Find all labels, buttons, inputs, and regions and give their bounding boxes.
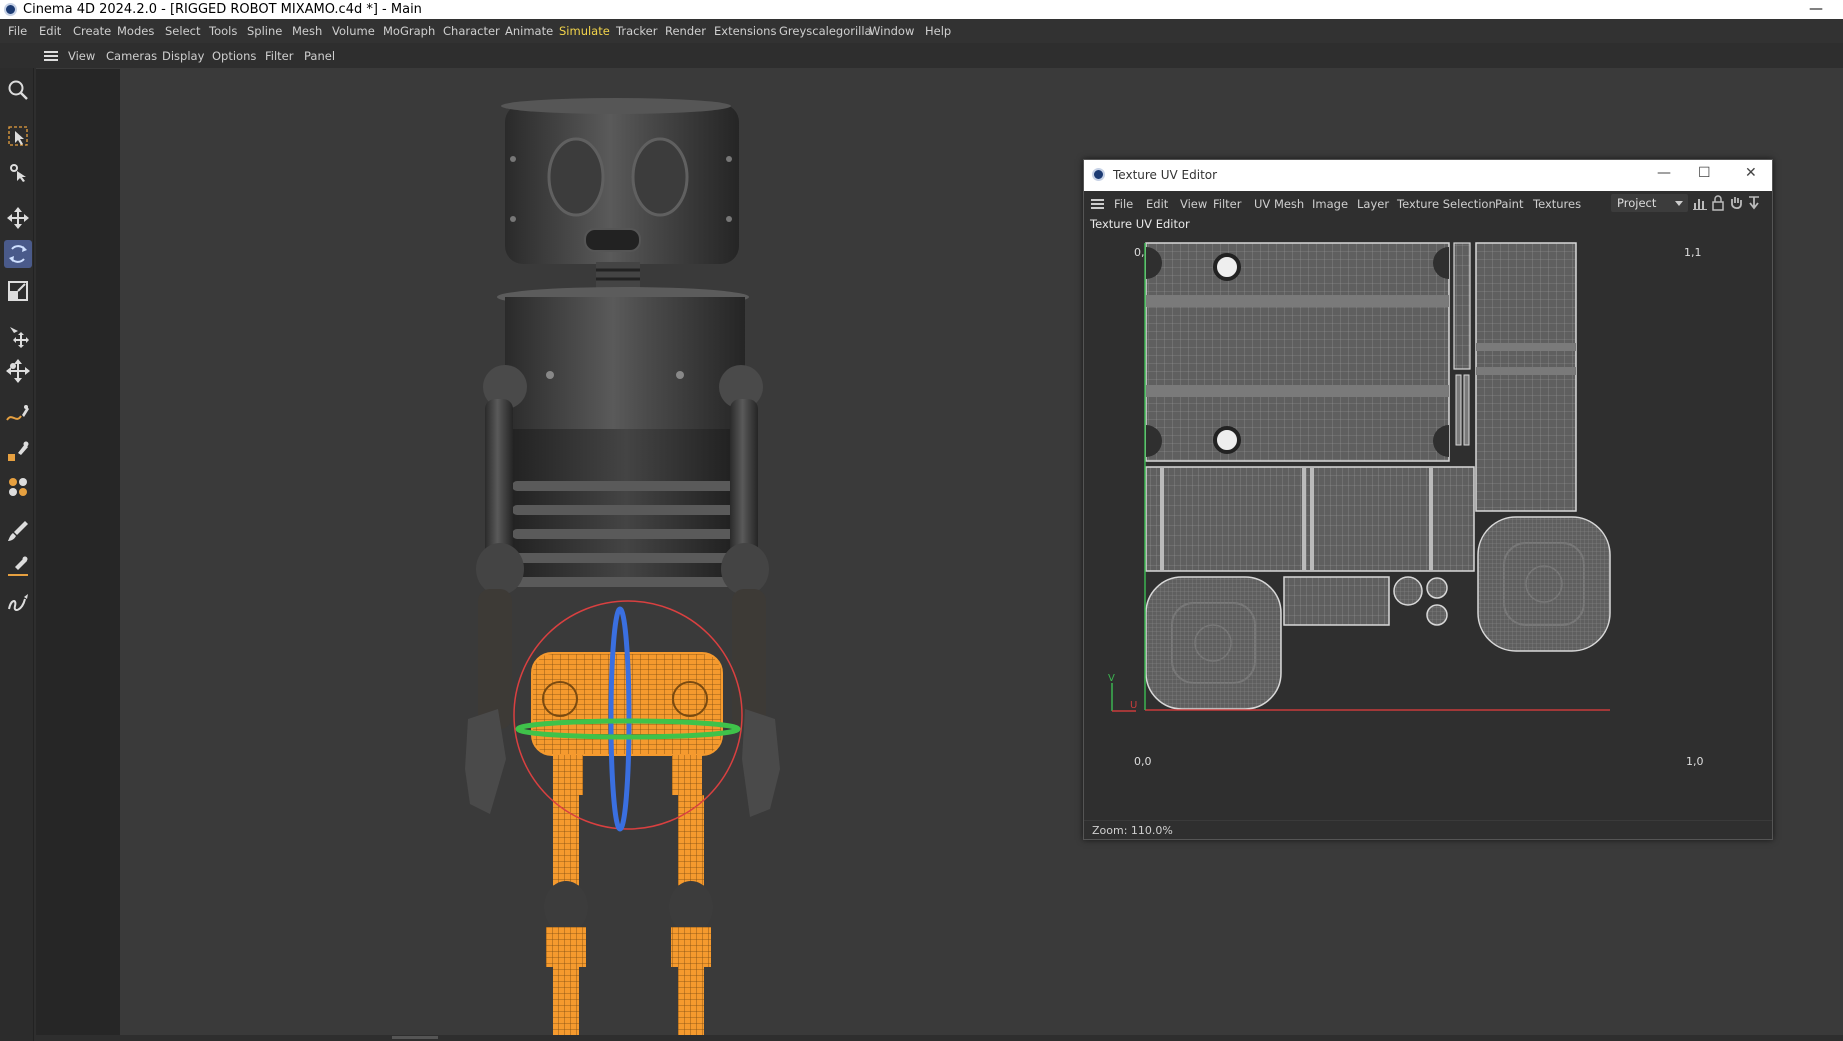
viewport-menu-options[interactable]: Options <box>212 49 256 63</box>
robot-legs <box>544 795 713 1035</box>
menu-extensions[interactable]: Extensions <box>714 24 776 38</box>
v-axis-label: V <box>1108 673 1115 684</box>
uv-menu-image[interactable]: Image <box>1312 197 1348 211</box>
uv-island-torso <box>1145 466 1475 572</box>
uv-menu-texture-selection[interactable]: Texture Selection <box>1397 197 1496 211</box>
sketch-icon[interactable] <box>4 589 32 617</box>
viewport-menu-view[interactable]: View <box>68 49 95 63</box>
uv-island-head <box>1145 242 1450 462</box>
window-title: Cinema 4D 2024.2.0 - [RIGGED ROBOT MIXAM… <box>23 2 422 17</box>
uv-editor-logo-icon <box>1092 168 1105 181</box>
menu-simulate[interactable]: Simulate <box>559 24 610 38</box>
live-selection-icon[interactable] <box>4 158 32 186</box>
viewport-menu-panel[interactable]: Panel <box>304 49 335 63</box>
scale-icon[interactable] <box>4 277 32 305</box>
uv-hamburger-icon[interactable] <box>1091 199 1104 209</box>
texture-uv-editor-window: Texture UV Editor — ☐ ✕ File Edit View F… <box>1083 159 1773 840</box>
viewport-menu-filter[interactable]: Filter <box>265 49 293 63</box>
uv-island-torso-back <box>1475 242 1577 512</box>
uv-canvas[interactable]: 0,1 1,1 0,0 1,0 V U <box>1084 235 1772 805</box>
uv-island-round-left <box>1145 576 1282 710</box>
menu-render[interactable]: Render <box>665 24 706 38</box>
uv-menu-edit[interactable]: Edit <box>1146 197 1168 211</box>
uv-panel-title: Texture UV Editor <box>1090 217 1190 231</box>
menu-help[interactable]: Help <box>925 24 951 38</box>
spline-pen-icon[interactable] <box>4 401 32 429</box>
uv-island-small-circles <box>1393 576 1448 626</box>
uv-menu-filter[interactable]: Filter <box>1213 197 1241 211</box>
brush-icon[interactable] <box>4 517 32 545</box>
uv-axis-gizmo: V U <box>1108 673 1137 712</box>
select-arrow-icon[interactable] <box>4 122 32 150</box>
menu-file[interactable]: File <box>8 24 27 38</box>
menu-create[interactable]: Create <box>73 24 111 38</box>
search-icon[interactable] <box>4 76 32 104</box>
transfer-icon[interactable] <box>4 321 32 349</box>
chevron-down-icon <box>1675 201 1683 206</box>
menu-tools[interactable]: Tools <box>209 24 237 38</box>
uv-label-top-right: 1,1 <box>1684 246 1702 259</box>
uv-menu-textures[interactable]: Textures <box>1533 197 1581 211</box>
viewport-menu-cameras[interactable]: Cameras <box>106 49 157 63</box>
tool-palette <box>0 68 34 1041</box>
viewport-menubar: View Cameras Display Options Filter Pane… <box>36 44 1843 68</box>
robot-neck <box>596 262 640 290</box>
u-axis-label: U <box>1130 700 1137 711</box>
menu-animate[interactable]: Animate <box>505 24 553 38</box>
menu-select[interactable]: Select <box>165 24 200 38</box>
menu-mograph[interactable]: MoGraph <box>383 24 435 38</box>
menu-mesh[interactable]: Mesh <box>292 24 322 38</box>
menu-edit[interactable]: Edit <box>39 24 61 38</box>
uv-menu-paint[interactable]: Paint <box>1495 197 1523 211</box>
robot-head <box>501 98 739 264</box>
uv-label-bottom-left: 0,0 <box>1134 755 1152 768</box>
cinema4d-app: Cinema 4D 2024.2.0 - [RIGGED ROBOT MIXAM… <box>0 0 1843 1041</box>
minimize-button[interactable]: — <box>1809 0 1823 19</box>
uv-menu-view[interactable]: View <box>1180 197 1207 211</box>
window-titlebar: Cinema 4D 2024.2.0 - [RIGGED ROBOT MIXAM… <box>0 0 1843 19</box>
uv-maximize-button[interactable]: ☐ <box>1698 165 1711 181</box>
menu-window[interactable]: Window <box>869 24 914 38</box>
hand-pan-icon[interactable] <box>1728 195 1744 211</box>
menu-modes[interactable]: Modes <box>117 24 154 38</box>
uv-editor-menubar: File Edit View Filter UV Mesh Image Laye… <box>1084 191 1772 216</box>
cinema4d-logo-icon <box>4 3 17 16</box>
uv-island-strips <box>1453 242 1471 446</box>
uv-menu-layer[interactable]: Layer <box>1357 197 1389 211</box>
arrow-down-icon[interactable] <box>1746 195 1762 211</box>
uv-island-round-right <box>1477 516 1611 652</box>
menu-character[interactable]: Character <box>443 24 500 38</box>
placement-icon[interactable] <box>4 357 32 385</box>
polygon-pen-icon[interactable] <box>4 437 32 465</box>
uv-island-small-rect <box>1283 576 1390 626</box>
zoom-status: Zoom: 110.0% <box>1092 824 1173 837</box>
uv-editor-statusbar: Zoom: 110.0% <box>1084 820 1772 840</box>
knife-icon[interactable] <box>4 553 32 581</box>
menu-volume[interactable]: Volume <box>332 24 375 38</box>
viewport-menu-display[interactable]: Display <box>162 49 204 63</box>
menu-greyscalegorilla[interactable]: Greyscalegorilla <box>779 24 872 38</box>
uv-mode-value: Project <box>1617 196 1657 210</box>
uv-minimize-button[interactable]: — <box>1657 165 1671 181</box>
rotate-icon[interactable] <box>4 240 32 268</box>
uv-editor-title: Texture UV Editor <box>1113 168 1218 182</box>
histogram-icon[interactable] <box>1692 195 1708 211</box>
uv-menu-file[interactable]: File <box>1114 197 1133 211</box>
move-icon[interactable] <box>4 204 32 232</box>
robot-torso <box>497 287 749 617</box>
menu-tracker[interactable]: Tracker <box>616 24 658 38</box>
uv-mode-dropdown[interactable]: Project <box>1611 194 1688 212</box>
cloner-icon[interactable] <box>4 473 32 501</box>
uv-menu-uv-mesh[interactable]: UV Mesh <box>1254 197 1304 211</box>
main-menubar: File Edit Create Modes Select Tools Spli… <box>0 19 1843 43</box>
uv-label-bottom-right: 1,0 <box>1686 755 1704 768</box>
uv-editor-titlebar[interactable]: Texture UV Editor — ☐ ✕ <box>1084 160 1772 191</box>
viewport-hamburger-icon[interactable] <box>44 51 58 61</box>
uv-close-button[interactable]: ✕ <box>1745 165 1757 181</box>
viewport-scrollbar[interactable] <box>392 1036 438 1039</box>
lock-icon[interactable] <box>1710 195 1726 211</box>
menu-spline[interactable]: Spline <box>247 24 282 38</box>
